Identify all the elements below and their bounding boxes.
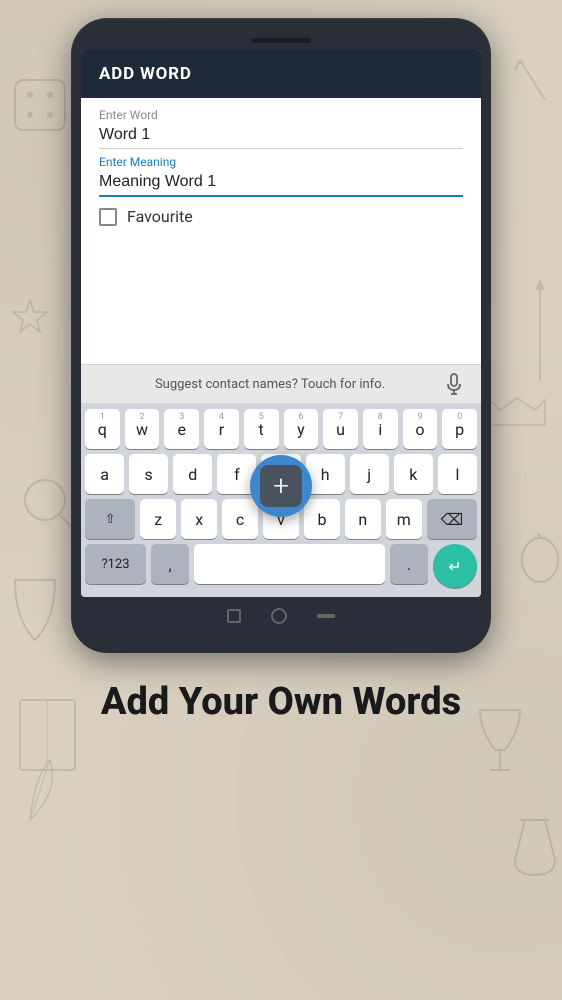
key-o[interactable]: 9o [403,409,438,449]
key-k[interactable]: k [394,454,433,494]
phone-top-bar [81,30,481,50]
nav-home-icon[interactable] [271,608,287,624]
key-r[interactable]: 4r [204,409,239,449]
space-key[interactable] [194,544,385,584]
form-area: Enter Word Enter Meaning Favourite [81,98,481,244]
enter-key[interactable]: ↵ [433,544,477,588]
key-t[interactable]: 5t [244,409,279,449]
fab-plus-icon: + [273,472,289,500]
key-x[interactable]: x [181,499,217,539]
meaning-label: Enter Meaning [99,155,463,169]
key-s[interactable]: s [129,454,168,494]
phone-speaker [251,38,311,43]
key-row-1: 1q 2w 3e 4r 5t 6y 7u 8i 9o 0p [85,409,477,449]
phone-screen: ADD WORD Enter Word Enter Meaning Favour… [81,50,481,597]
meaning-input[interactable] [99,171,463,197]
fab-inner: + [260,465,302,507]
mic-icon[interactable] [443,373,465,395]
key-j[interactable]: j [350,454,389,494]
suggestion-text: Suggest contact names? Touch for info. [97,377,443,392]
numbers-key[interactable]: ?123 [85,544,146,584]
keyboard-wrapper: + Suggest contact names? Touch for info. [81,364,481,597]
word-field-group: Enter Word [99,108,463,149]
key-c[interactable]: c [222,499,258,539]
word-input[interactable] [99,124,463,149]
phone-device: ADD WORD Enter Word Enter Meaning Favour… [71,18,491,653]
shift-key[interactable]: ⇧ [85,499,135,539]
nav-recent-icon[interactable] [317,614,335,618]
key-row-4: ?123 , . ↵ [85,544,477,588]
word-label: Enter Word [99,108,463,122]
key-i[interactable]: 8i [363,409,398,449]
key-d[interactable]: d [173,454,212,494]
key-w[interactable]: 2w [125,409,160,449]
app-header: ADD WORD [81,50,481,98]
favourite-checkbox[interactable] [99,208,117,226]
keyboard-suggestion-bar: Suggest contact names? Touch for info. [81,364,481,403]
key-e[interactable]: 3e [164,409,199,449]
key-z[interactable]: z [140,499,176,539]
key-p[interactable]: 0p [442,409,477,449]
phone-nav-bar [81,597,481,635]
key-b[interactable]: b [304,499,340,539]
backspace-key[interactable]: ⌫ [427,499,477,539]
add-fab-button[interactable]: + [250,455,312,517]
key-m[interactable]: m [386,499,422,539]
period-key[interactable]: . [390,544,428,584]
key-y[interactable]: 6y [284,409,319,449]
key-u[interactable]: 7u [323,409,358,449]
key-l[interactable]: l [438,454,477,494]
app-title: ADD WORD [99,64,192,84]
meaning-field-group: Enter Meaning [99,155,463,197]
favourite-row: Favourite [99,207,463,226]
favourite-label: Favourite [127,207,193,226]
comma-key[interactable]: , [151,544,189,584]
key-q[interactable]: 1q [85,409,120,449]
key-n[interactable]: n [345,499,381,539]
key-a[interactable]: a [85,454,124,494]
form-spacer [81,244,481,364]
bottom-text: Add Your Own Words [81,681,481,725]
nav-back-icon[interactable] [227,609,241,623]
